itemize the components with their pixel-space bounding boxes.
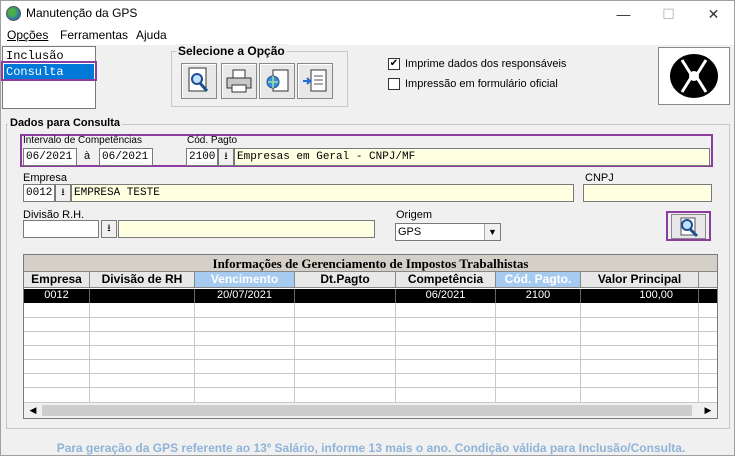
competencias-label: Intervalo de Competências (23, 135, 142, 146)
cell-divisao (90, 289, 195, 303)
row-line (24, 345, 717, 346)
printer-icon (226, 69, 252, 93)
col-line (194, 303, 195, 402)
col-line (698, 303, 699, 402)
footer-hint: Para geração da GPS referente ao 13º Sal… (56, 441, 686, 455)
divisao-lookup-button[interactable]: ⭳ (101, 220, 117, 238)
cell-vencimento: 20/07/2021 (195, 289, 295, 303)
row-line (24, 387, 717, 388)
col-line (89, 303, 90, 402)
cod-pagto-input[interactable]: 2100 (186, 148, 218, 166)
consulta-group-title: Dados para Consulta (8, 117, 123, 129)
scroll-right-icon[interactable]: ▶ (701, 404, 715, 417)
divisao-desc (118, 220, 375, 238)
empresa-label: Empresa (23, 172, 68, 184)
doc-arrow-icon (303, 69, 327, 92)
col-vencimento[interactable]: Vencimento (195, 272, 295, 288)
origem-select[interactable]: GPS ▼ (395, 223, 501, 241)
cell-dtpagto (295, 289, 396, 303)
cell-competencia: 06/2021 (396, 289, 496, 303)
window-title: Manutenção da GPS (26, 6, 138, 20)
scroll-left-icon[interactable]: ◀ (26, 404, 40, 417)
col-empresa[interactable]: Empresa (24, 272, 90, 288)
globe-doc-icon (266, 69, 289, 92)
print-button[interactable] (221, 63, 257, 99)
table-row[interactable]: 0012 20/07/2021 06/2021 2100 100,00 (24, 289, 717, 303)
col-dtpagto[interactable]: Dt.Pagto (295, 272, 396, 288)
row-line (24, 317, 717, 318)
options-group-title: Selecione a Opção (176, 44, 287, 58)
chk-responsaveis-label: Imprime dados dos responsáveis (405, 58, 567, 70)
empty-rows (24, 303, 717, 402)
col-cod-pagto[interactable]: Cód. Pagto. (496, 272, 581, 288)
menu-bar: Opções Ferramentas Ajuda (1, 27, 734, 45)
comp-separator: à (84, 150, 91, 162)
col-line (294, 303, 295, 402)
title-bar: Manutenção da GPS — ☐ ✕ (1, 1, 734, 27)
row-line (24, 373, 717, 374)
col-divisao[interactable]: Divisão de RH (90, 272, 195, 288)
origem-label: Origem (396, 209, 433, 221)
export-web-button[interactable] (259, 63, 295, 99)
menu-opcoes[interactable]: Opções (7, 28, 48, 42)
empresa-lookup-button[interactable]: ⭳ (55, 184, 71, 202)
menu-ajuda[interactable]: Ajuda (136, 28, 167, 42)
chk-responsaveis[interactable]: ✔ (388, 58, 400, 70)
chevron-down-icon: ▼ (484, 224, 500, 240)
logo (658, 47, 730, 105)
col-competencia[interactable]: Competência (396, 272, 496, 288)
empresa-name: EMPRESA TESTE (71, 184, 574, 202)
results-grid[interactable]: Informações de Gerenciamento de Impostos… (23, 254, 718, 419)
main-window: Manutenção da GPS — ☐ ✕ Opções Ferrament… (0, 0, 735, 456)
export-doc-button[interactable] (297, 63, 333, 99)
comp-to-input[interactable]: 06/2021 (99, 148, 153, 166)
cod-pagto-lookup-button[interactable]: ⭳ (218, 148, 234, 166)
search-doc-button[interactable] (181, 63, 217, 99)
chk-formulario[interactable] (388, 78, 400, 90)
cnpj-value (583, 184, 712, 202)
origem-value: GPS (398, 226, 422, 238)
col-line (495, 303, 496, 402)
search-button[interactable] (671, 214, 706, 239)
divisao-input[interactable] (23, 220, 99, 238)
minimize-button[interactable]: — (601, 1, 646, 27)
col-line (395, 303, 396, 402)
search-icon (680, 217, 698, 237)
cod-pagto-desc: Empresas em Geral - CNPJ/MF (234, 148, 710, 166)
col-valor[interactable]: Valor Principal (581, 272, 699, 288)
maximize-button[interactable]: ☐ (646, 1, 691, 27)
scroll-thumb[interactable] (42, 405, 692, 416)
cell-valor: 100,00 (581, 289, 699, 303)
empresa-code-input[interactable]: 0012 (23, 184, 55, 202)
horizontal-scrollbar[interactable]: ◀ ▶ (24, 402, 717, 418)
cnpj-label: CNPJ (585, 172, 614, 184)
menu-ferramentas[interactable]: Ferramentas (60, 28, 128, 42)
cell-empresa: 0012 (24, 289, 90, 303)
chk-formulario-label: Impressão em formulário oficial (405, 78, 558, 90)
cell-cod-pagto: 2100 (496, 289, 581, 303)
app-icon (6, 6, 21, 21)
col-line (580, 303, 581, 402)
close-button[interactable]: ✕ (691, 1, 735, 27)
comp-from-input[interactable]: 06/2021 (23, 148, 77, 166)
grid-title: Informações de Gerenciamento de Impostos… (24, 255, 717, 272)
row-line (24, 359, 717, 360)
col-filler (699, 272, 717, 288)
magnify-doc-icon (188, 67, 209, 92)
logo-icon (670, 54, 718, 98)
row-line (24, 331, 717, 332)
highlight-consulta (1, 61, 97, 81)
cod-pagto-label: Cód. Pagto (187, 135, 238, 146)
